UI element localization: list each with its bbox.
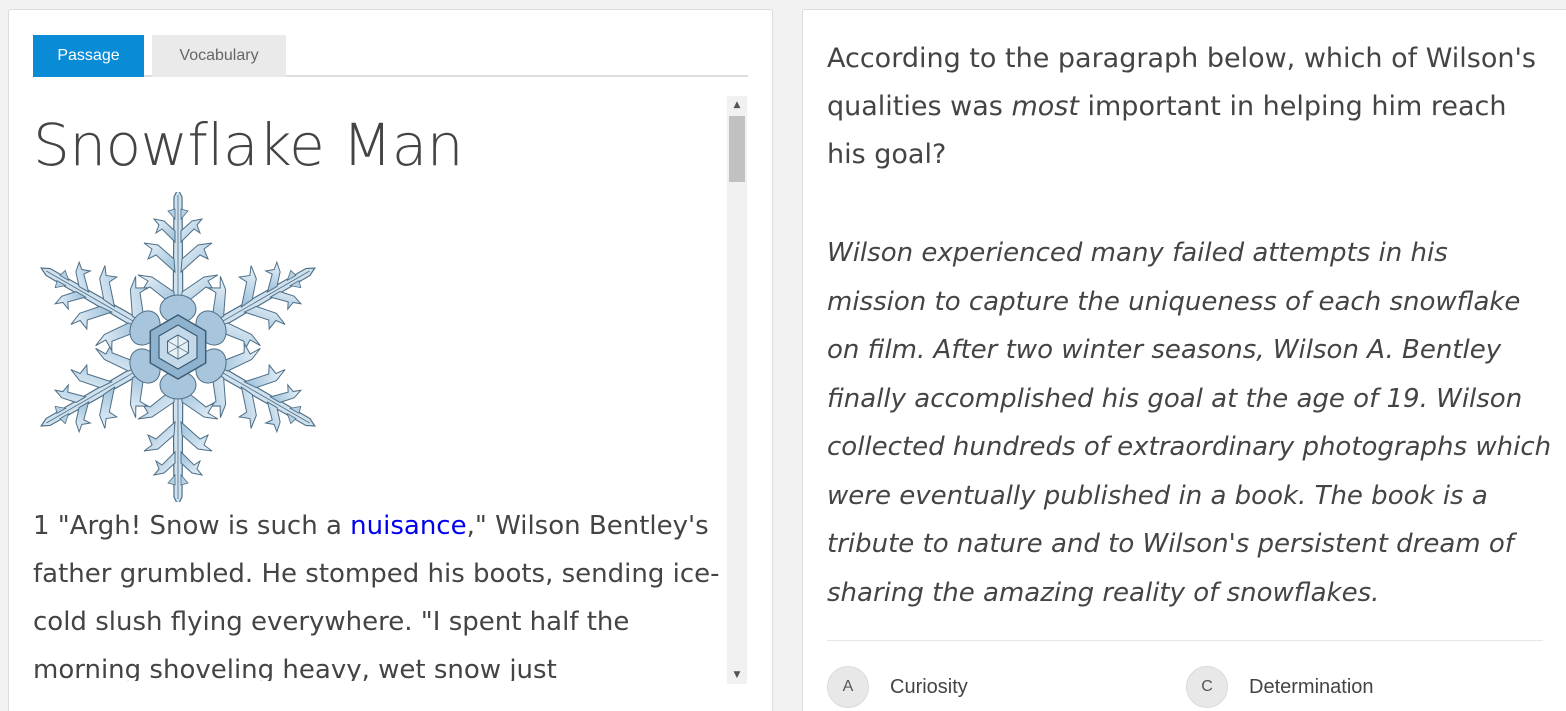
vocabulary-link-nuisance[interactable]: nuisance <box>350 511 466 541</box>
passage-panel: Passage Vocabulary Snowflake Man 1 "Argh… <box>8 9 773 711</box>
tab-vocabulary[interactable]: Vocabulary <box>152 35 286 77</box>
question-panel: According to the paragraph below, which … <box>802 9 1566 711</box>
passage-scroll-area[interactable]: Snowflake Man 1 "Argh! Snow is such a nu… <box>33 96 728 681</box>
question-excerpt: Wilson experienced many failed attempts … <box>827 238 1552 608</box>
scroll-down-arrow-icon[interactable]: ▼ <box>727 666 747 684</box>
answer-choice-c[interactable]: C Determination <box>1186 666 1374 708</box>
tab-bar: Passage Vocabulary <box>33 35 748 77</box>
choice-label: Curiosity <box>890 675 968 698</box>
question-emphasis: most <box>1011 91 1079 122</box>
choice-label: Determination <box>1249 675 1374 698</box>
scrollbar-thumb[interactable] <box>729 116 745 182</box>
choice-letter-badge: C <box>1186 666 1228 708</box>
passage-scrollbar[interactable]: ▲ ▼ <box>727 96 747 684</box>
snowflake-image <box>33 188 336 506</box>
question-prompt: According to the paragraph below, which … <box>827 35 1547 179</box>
paragraph-number: 1 <box>33 511 50 541</box>
passage-title: Snowflake Man <box>33 111 464 179</box>
choice-letter-badge: A <box>827 666 869 708</box>
divider <box>827 640 1543 641</box>
passage-paragraph-1: 1 "Argh! Snow is such a nuisance," Wilso… <box>33 502 728 681</box>
scroll-up-arrow-icon[interactable]: ▲ <box>727 96 747 114</box>
tab-passage[interactable]: Passage <box>33 35 144 77</box>
paragraph-text-start: "Argh! Snow is such a <box>49 511 351 541</box>
answer-choice-a[interactable]: A Curiosity <box>827 666 968 708</box>
